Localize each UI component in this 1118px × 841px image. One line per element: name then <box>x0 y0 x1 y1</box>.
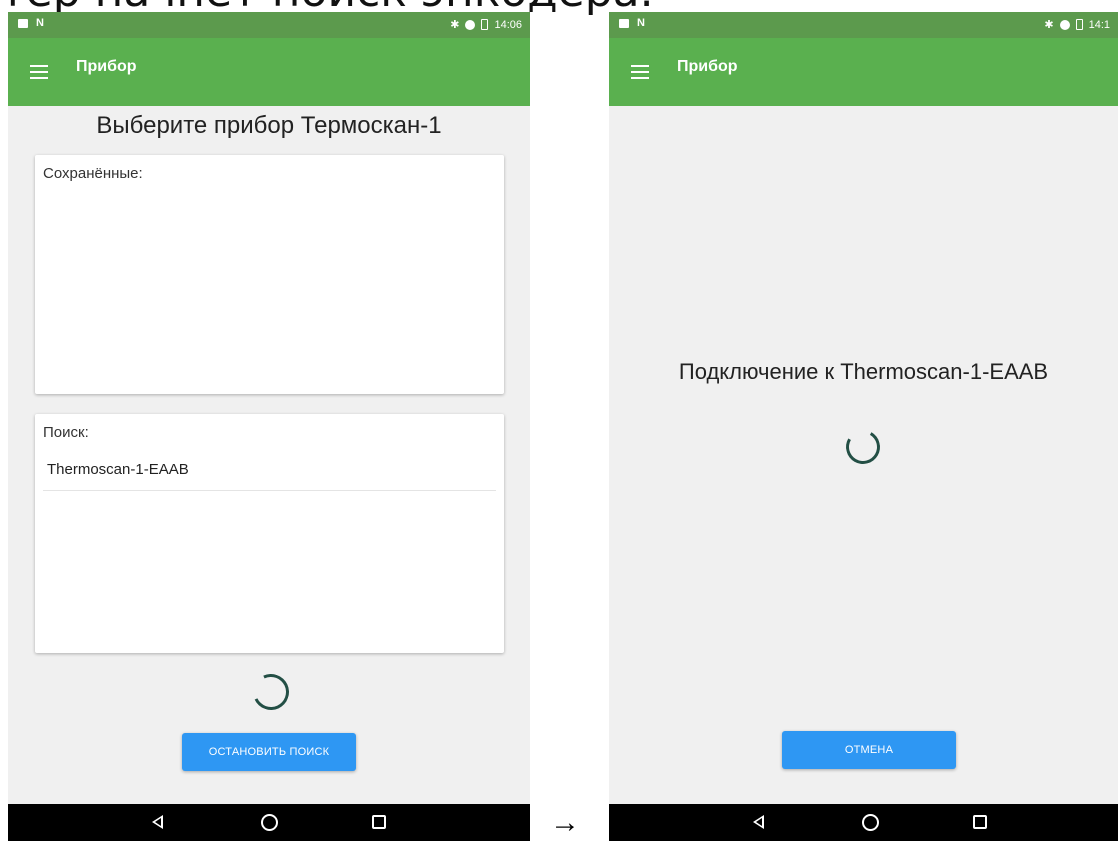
recent-apps-icon[interactable] <box>973 815 987 829</box>
connecting-status-text: Подключение к Thermoscan-1-EAAB <box>678 359 1049 384</box>
search-results-card: Поиск: Thermoscan-1-EAAB <box>35 414 504 653</box>
home-icon[interactable] <box>862 814 879 831</box>
app-bar-title: Прибор <box>677 58 738 75</box>
navigation-bar <box>8 804 530 841</box>
back-icon[interactable] <box>753 815 764 829</box>
menu-icon[interactable] <box>631 65 649 79</box>
app-bar: Прибор <box>8 38 530 106</box>
battery-icon <box>481 19 489 30</box>
search-label: Поиск: <box>43 424 89 441</box>
app-bar: Прибор <box>609 38 1118 106</box>
do-not-disturb-icon <box>1059 19 1070 30</box>
saved-devices-card: Сохранённые: <box>35 155 504 394</box>
spinner-icon <box>247 668 295 716</box>
stop-search-button[interactable]: ОСТАНОВИТЬ ПОИСК <box>182 733 356 771</box>
page-title: Выберите прибор Термоскан-1 <box>96 112 442 139</box>
cancel-button[interactable]: ОТМЕНА <box>782 731 956 769</box>
transition-arrow: → <box>550 806 580 839</box>
menu-icon[interactable] <box>30 65 48 79</box>
notification-icon <box>619 18 629 28</box>
home-icon[interactable] <box>261 814 278 831</box>
saved-devices-label: Сохранённые: <box>43 165 143 182</box>
device-name: Thermoscan-1-EAAB <box>47 461 189 478</box>
do-not-disturb-icon <box>465 19 476 30</box>
n-icon: N <box>36 17 44 29</box>
status-time: 14:06 <box>494 18 522 31</box>
spinner-icon <box>842 426 884 468</box>
status-time: 14:1 <box>1088 18 1110 31</box>
notification-icon <box>18 18 28 28</box>
battery-icon <box>1075 19 1083 30</box>
status-bar: N ✱ 14:06 <box>8 12 530 38</box>
bluetooth-icon: ✱ <box>450 19 460 31</box>
device-select-screen: N ✱ 14:06 Прибор Выберите прибор Термоск… <box>8 12 530 841</box>
app-bar-title: Прибор <box>76 58 137 75</box>
navigation-bar <box>609 804 1118 841</box>
device-list-item[interactable]: Thermoscan-1-EAAB <box>43 450 496 491</box>
back-icon[interactable] <box>152 815 163 829</box>
connecting-screen: N ✱ 14:1 Прибор Подключение к Thermoscan… <box>609 12 1118 841</box>
recent-apps-icon[interactable] <box>372 815 386 829</box>
bluetooth-icon: ✱ <box>1044 19 1054 31</box>
n-icon: N <box>637 17 645 29</box>
status-bar: N ✱ 14:1 <box>609 12 1118 38</box>
